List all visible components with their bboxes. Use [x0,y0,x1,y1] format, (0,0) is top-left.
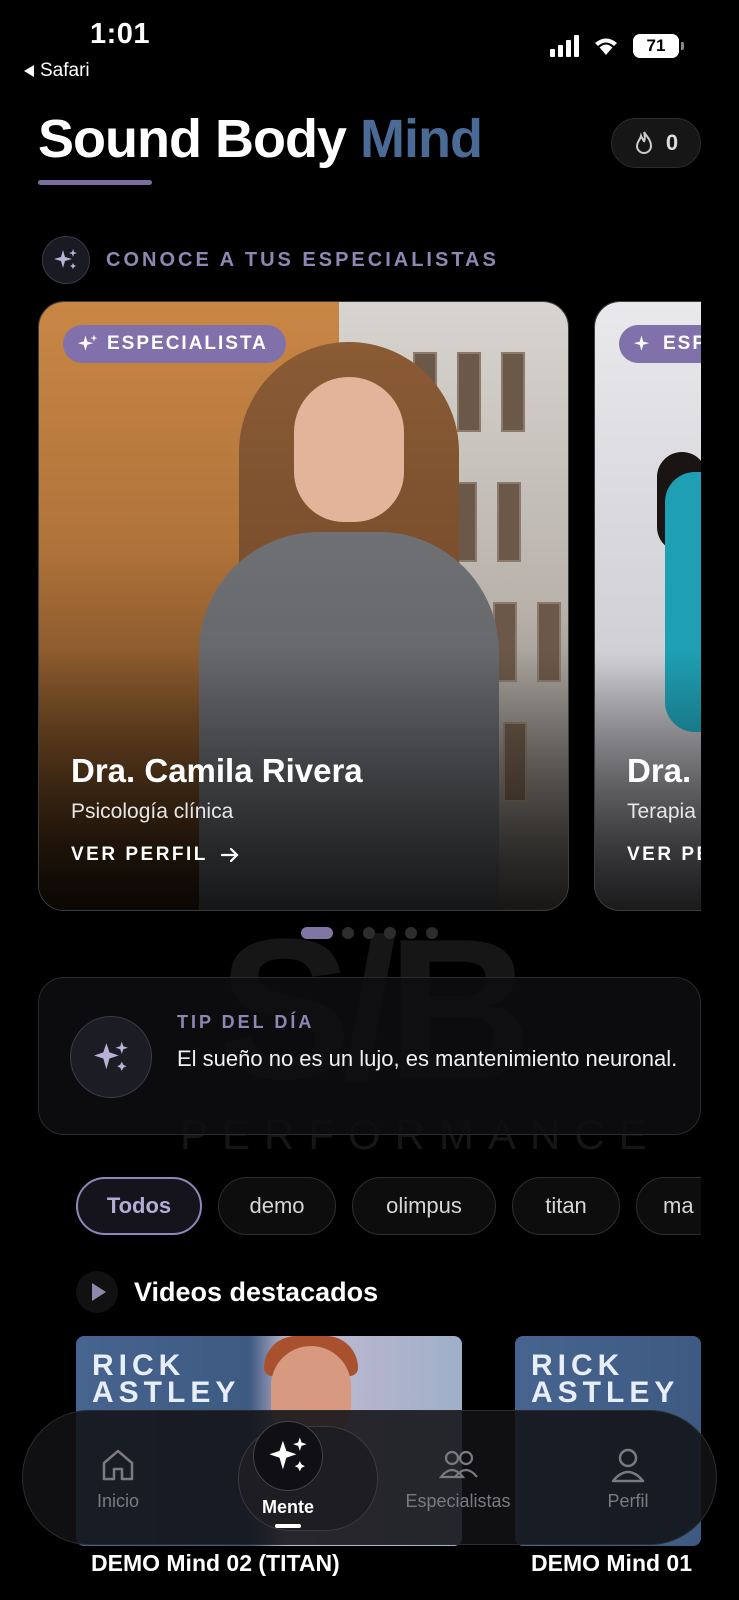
sparkle-icon [633,335,650,351]
specialist-chip: ESPECIALISTA [619,325,701,363]
thumbnail-text: RICK ASTLEY [531,1349,680,1409]
back-arrow-icon [24,65,34,77]
filter-pill-demo[interactable]: demo [218,1177,336,1235]
nav-home[interactable]: Inicio [63,1411,173,1546]
specialist-role: Terapia [627,800,696,823]
title-underline [38,180,152,185]
status-bar: 1:01 Safari 71 [0,0,739,90]
view-profile-link[interactable]: VER PERFIL [71,844,240,866]
video-title[interactable]: DEMO Mind 02 (TITAN) [91,1550,340,1577]
videos-title: Videos destacados [134,1276,379,1307]
streak-count: 0 [665,130,679,155]
page-dot[interactable] [342,927,354,939]
active-indicator [275,1524,301,1528]
streak-button[interactable]: 0 [611,118,701,168]
category-filters[interactable]: Todos demo olimpus titan ma [76,1177,701,1235]
tip-of-the-day-card: TIP DEL DÍA El sueño no es un lujo, es m… [38,977,701,1135]
sparkles-icon [253,1421,323,1491]
tip-text: El sueño no es un lujo, es mantenimiento… [177,1046,678,1071]
bottom-navigation: Inicio Mente Especialistas Perfil [22,1410,717,1545]
arrow-right-icon [220,847,239,863]
thumbnail-text: RICK ASTLEY [92,1349,241,1409]
flame-icon [635,131,652,154]
specialist-card[interactable]: ESPECIALISTA Dra. Terapia VER PERFIL [594,301,701,911]
filter-pill-titan[interactable]: titan [512,1177,620,1235]
status-time: 1:01 [90,18,151,50]
filter-pill-more[interactable]: ma [636,1177,701,1235]
people-icon [438,1450,478,1479]
featured-videos-heading: Videos destacados [76,1271,378,1313]
filter-pill-olimpus[interactable]: olimpus [352,1177,496,1235]
wifi-icon [595,38,617,55]
status-indicators: 71 [550,34,684,58]
play-icon [76,1271,118,1313]
page-dot[interactable] [363,927,375,939]
home-icon [102,1449,134,1481]
video-title[interactable]: DEMO Mind 01 [531,1550,692,1577]
page-dot[interactable] [384,927,396,939]
specialists-carousel[interactable]: ESPECIALISTA Dra. Camila Rivera Psicolog… [0,290,701,930]
specialist-chip: ESPECIALISTA [63,325,286,363]
filter-pill-todos[interactable]: Todos [76,1177,202,1235]
page-dot[interactable] [426,927,438,939]
back-to-safari[interactable]: Safari [24,60,90,82]
sparkle-icon [77,334,98,351]
specialists-heading: CONOCE A TUS ESPECIALISTAS [42,236,499,284]
page-dot-active[interactable] [301,927,333,939]
nav-especialistas[interactable]: Especialistas [388,1411,528,1546]
app-title: Sound Body Mind [38,108,483,170]
carousel-pagination[interactable] [301,927,438,939]
photo-person-face [294,377,404,522]
app-title-main: Sound Body [38,109,347,169]
app-title-accent: Mind [359,109,483,169]
nav-mente[interactable]: Mente [218,1411,358,1546]
specialist-role: Psicología clínica [71,800,234,823]
cellular-signal-icon [550,35,579,57]
specialist-name: Dra. Camila Rivera [71,752,363,789]
profile-icon [611,1448,645,1483]
nav-perfil[interactable]: Perfil [573,1411,683,1546]
section-label: CONOCE A TUS ESPECIALISTAS [106,248,499,271]
page-dot[interactable] [405,927,417,939]
view-profile-link[interactable]: VER PERFIL [627,844,701,866]
specialist-card[interactable]: ESPECIALISTA Dra. Camila Rivera Psicolog… [38,301,569,911]
back-app-label: Safari [40,60,90,81]
sparkle-icon [42,236,90,284]
sparkle-icon [70,1016,152,1098]
tip-label: TIP DEL DÍA [177,1012,315,1032]
battery-indicator: 71 [633,34,684,58]
specialist-name: Dra. [627,752,692,789]
